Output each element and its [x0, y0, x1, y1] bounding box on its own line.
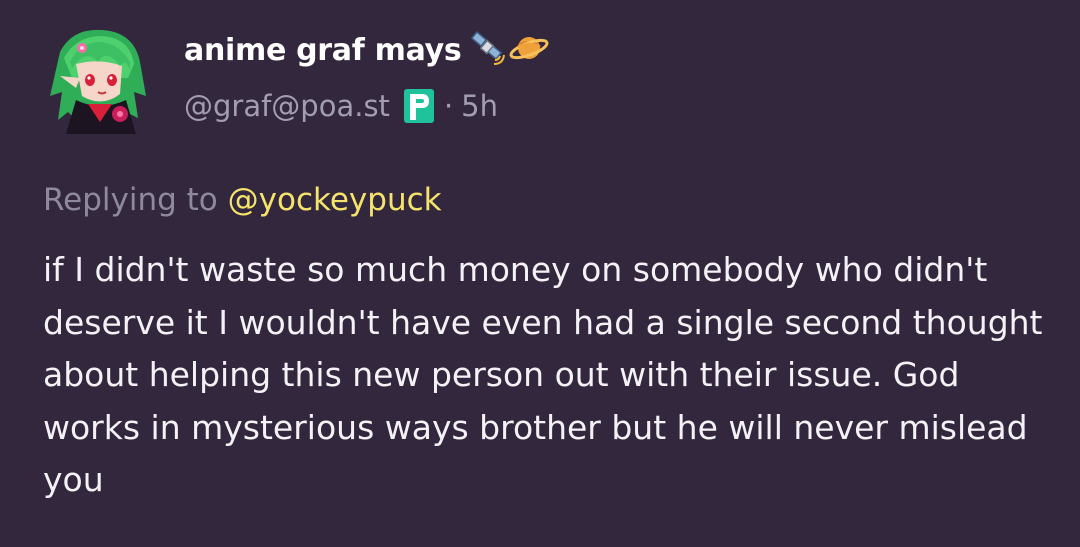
satellite-icon — [469, 30, 507, 70]
reply-context: Replying to @yockeypuck — [43, 182, 442, 218]
author-handle[interactable]: @graf@poa.st — [184, 89, 390, 123]
author-name-row: anime graf mays — [184, 28, 549, 72]
avatar-image — [42, 22, 154, 134]
pleroma-p-icon — [403, 89, 434, 123]
author-handle-row: @graf@poa.st · 5h — [184, 84, 498, 128]
avatar[interactable] — [42, 22, 154, 134]
post-card: anime graf mays @graf@poa.st · 5h Replyi… — [0, 0, 1080, 547]
ringed-planet-icon — [509, 30, 549, 70]
reply-prefix: Replying to — [43, 182, 218, 218]
separator-dot: · — [443, 89, 454, 123]
post-timestamp[interactable]: 5h — [461, 89, 498, 123]
reply-mention-link[interactable]: @yockeypuck — [228, 182, 442, 218]
author-display-name[interactable]: anime graf mays — [184, 33, 462, 68]
post-body-text: if I didn't waste so much money on someb… — [43, 250, 1043, 499]
